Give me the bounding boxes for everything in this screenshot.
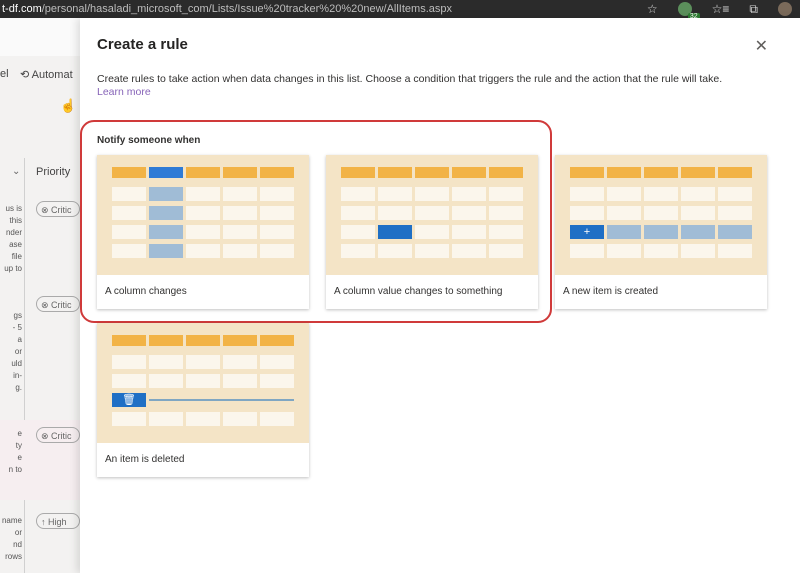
- row-fragment-2: gs - 5 a or uld in-g.: [11, 311, 22, 392]
- automate-command[interactable]: ⟲ Automat: [20, 68, 73, 81]
- close-icon[interactable]: ✕: [755, 36, 768, 56]
- row-fragment-3: e ty e n to: [8, 429, 22, 474]
- description-text: Create rules to take action when data ch…: [97, 73, 723, 85]
- priority-pill[interactable]: ↑ High: [36, 513, 80, 529]
- card-column-changes[interactable]: A column changes: [97, 155, 309, 309]
- url-text[interactable]: t-df.com/personal/hasaladi_microsoft_com…: [0, 3, 562, 15]
- section-label: Notify someone when: [97, 135, 201, 146]
- automate-label: Automat: [31, 69, 73, 81]
- star-icon[interactable]: ☆: [647, 2, 658, 16]
- priority-pill[interactable]: ⊗ Critic: [36, 201, 80, 217]
- card-label: An item is deleted: [105, 454, 185, 465]
- learn-more-link[interactable]: Learn more: [97, 86, 151, 98]
- plus-icon: +: [570, 225, 604, 239]
- panel-description: Create rules to take action when data ch…: [97, 73, 777, 99]
- item-deleted-illustration: 🗑: [97, 323, 309, 443]
- card-new-item-created[interactable]: + A new item is created: [555, 155, 767, 309]
- column-changes-illustration: [97, 155, 309, 275]
- card-label: A column value changes to something: [334, 286, 503, 297]
- favorites-icon[interactable]: ☆≡: [712, 2, 730, 16]
- extension-icon[interactable]: 32: [677, 2, 700, 20]
- priority-pill[interactable]: ⊗ Critic: [36, 296, 80, 312]
- new-item-illustration: +: [555, 155, 767, 275]
- panel-title: Create a rule: [97, 36, 188, 53]
- chevron-down-icon[interactable]: ⌄: [12, 166, 20, 177]
- card-item-deleted[interactable]: 🗑 An item is deleted: [97, 323, 309, 477]
- profile-avatar[interactable]: [778, 2, 792, 16]
- url-path: /personal/hasaladi_microsoft_com/Lists/I…: [41, 3, 452, 15]
- trash-icon: 🗑: [112, 393, 146, 407]
- row-fragment-4: name or nd rows: [1, 516, 22, 561]
- priority-pill[interactable]: ⊗ Critic: [36, 427, 80, 443]
- automate-icon: ⟲: [20, 69, 32, 81]
- mouse-cursor-icon: ☝: [60, 98, 77, 113]
- strikethrough-line: [149, 399, 294, 401]
- row-fragment-1: us is this nder ase file up to: [4, 204, 22, 273]
- background-header: [0, 18, 80, 56]
- card-column-value-changes[interactable]: A column value changes to something: [326, 155, 538, 309]
- url-domain: t-df.com: [2, 3, 42, 15]
- browser-address-bar[interactable]: t-df.com/personal/hasaladi_microsoft_com…: [0, 0, 800, 20]
- background-command-left[interactable]: el: [0, 68, 9, 80]
- collections-icon[interactable]: ⧉: [749, 2, 758, 17]
- create-rule-panel: Create a rule ✕ Create rules to take act…: [80, 18, 800, 573]
- card-label: A column changes: [105, 286, 187, 297]
- priority-column-header[interactable]: Priority: [36, 166, 70, 178]
- column-value-illustration: [326, 155, 538, 275]
- column-divider: [24, 158, 25, 573]
- card-label: A new item is created: [563, 286, 659, 297]
